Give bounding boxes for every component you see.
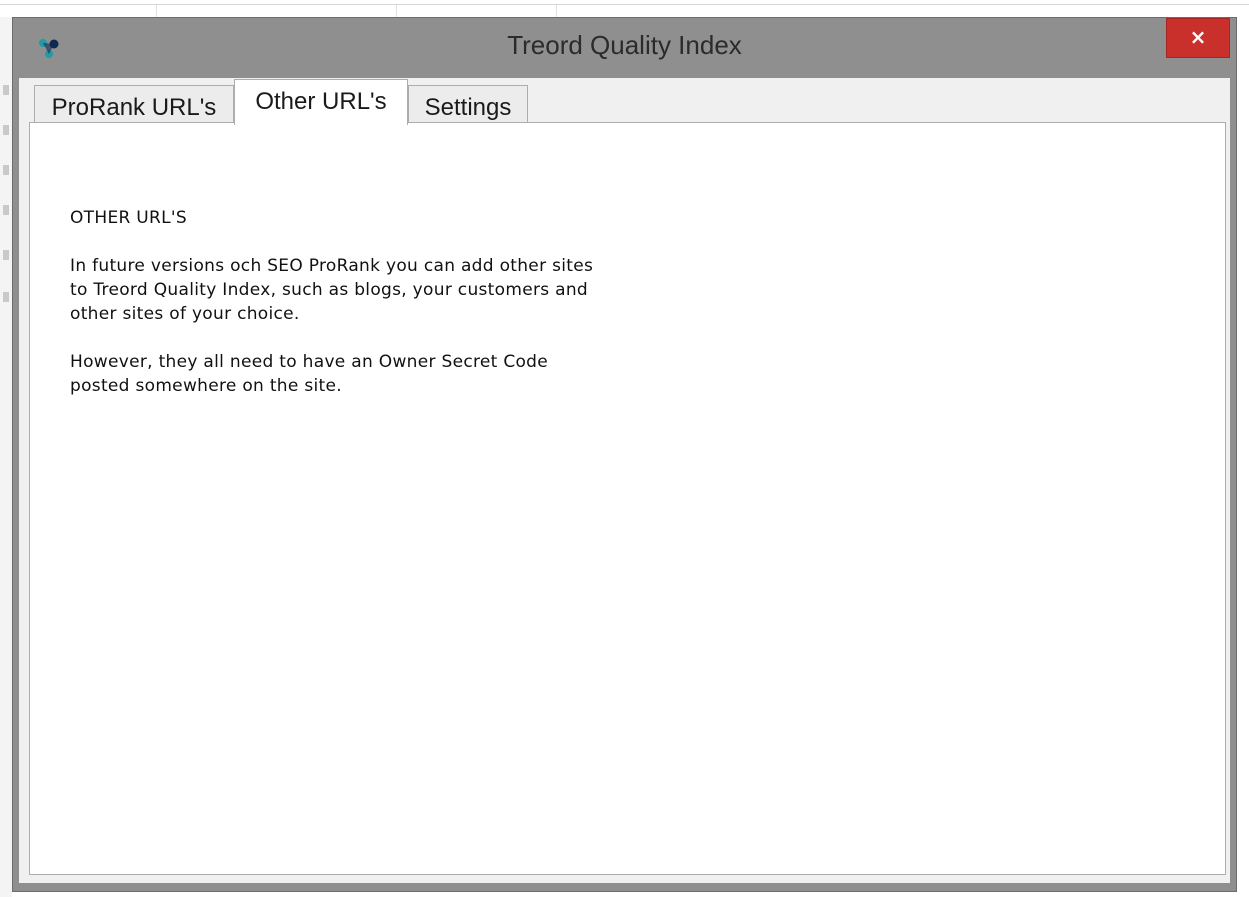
background-mark xyxy=(3,165,9,175)
tab-other-urls[interactable]: Other URL's xyxy=(234,79,408,125)
info-paragraph-line: other sites of your choice. xyxy=(70,304,300,324)
info-paragraph-line: posted somewhere on the site. xyxy=(70,376,342,396)
info-text: OTHER URL'S In future versions och SEO P… xyxy=(70,206,790,422)
background-mark xyxy=(3,85,9,95)
background-mark xyxy=(3,205,9,215)
background-mark xyxy=(3,250,9,260)
background-mark xyxy=(3,292,9,302)
background-column-divider xyxy=(156,5,157,17)
background-window-edge xyxy=(0,4,1249,5)
background-column-divider xyxy=(556,5,557,17)
dialog-window: Treord Quality Index × ProRank URL's Oth… xyxy=(12,17,1237,892)
background-window-strip xyxy=(0,17,12,897)
info-paragraph-line: However, they all need to have an Owner … xyxy=(70,352,549,372)
dialog-client-area: ProRank URL's Other URL's Settings OTHER… xyxy=(19,78,1230,883)
info-paragraph-line: In future versions och SEO ProRank you c… xyxy=(70,256,594,276)
info-paragraph-line: to Treord Quality Index, such as blogs, … xyxy=(70,280,589,300)
close-icon: × xyxy=(1189,25,1207,49)
section-heading: OTHER URL'S xyxy=(70,208,187,228)
window-title: Treord Quality Index xyxy=(507,30,742,60)
title-bar[interactable]: Treord Quality Index × xyxy=(13,18,1236,78)
background-mark xyxy=(3,125,9,135)
screen: Treord Quality Index × ProRank URL's Oth… xyxy=(0,0,1249,897)
tab-panel-other-urls: OTHER URL'S In future versions och SEO P… xyxy=(29,122,1226,875)
close-button[interactable]: × xyxy=(1166,18,1230,58)
background-column-divider xyxy=(396,5,397,17)
